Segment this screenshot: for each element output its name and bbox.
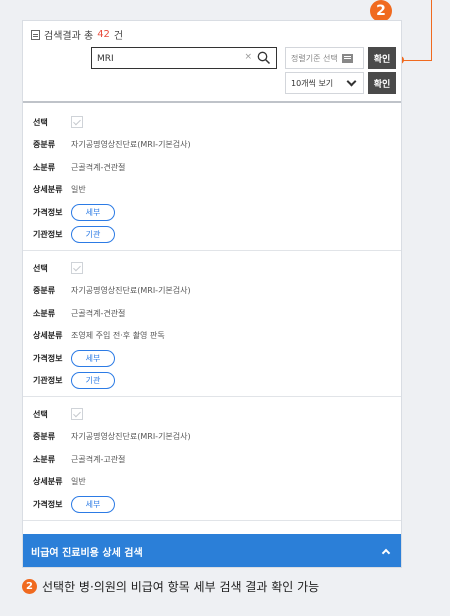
select-checkbox[interactable] [71,262,83,275]
results-list: 선택 중분류 자기공명영상진단료(MRI-기본검사) 소분류 근골격계-견관절 상세… [23,105,401,521]
org-info-label: 기관정보 [33,230,63,240]
mid-category-label: 중분류 [33,432,56,442]
sort-select[interactable]: 정렬기준 선택 [285,47,364,69]
select-label: 선택 [33,409,48,419]
search-input[interactable] [97,51,237,66]
chevron-up-icon [381,548,391,558]
search-box: × [91,47,277,69]
mid-category-value: 자기공명영상진단료(MRI-기본검사) [71,286,191,296]
search-icon[interactable] [257,51,271,65]
summary-prefix: 검색결과 총 [44,31,94,42]
detail-search-title: 비급여 진료비용 상세 검색 [31,548,143,559]
page-size-value: 10개씩 보기 [291,78,334,88]
select-label: 선택 [33,117,48,127]
mid-category-value: 자기공명영상진단료(MRI-기본검사) [71,432,191,442]
caption-badge: 2 [22,579,37,594]
mid-category-label: 중분류 [33,140,56,150]
price-detail-button[interactable]: 세부 [71,349,115,367]
sub-category-label: 소분류 [33,162,56,172]
sub-category-label: 소분류 [33,308,56,318]
select-checkbox[interactable] [71,408,83,421]
mid-category-value: 자기공명영상진단료(MRI-기본검사) [71,140,191,150]
result-item: 선택 중분류 자기공명영상진단료(MRI-기본검사) 소분류 근골격계-견관절 상세… [23,105,401,251]
summary-count: 42 [97,29,110,40]
sub-category-value: 근골격계-견관절 [71,162,126,172]
summary-suffix: 건 [113,31,124,42]
detail-category-label: 상세분류 [33,185,63,195]
detail-category-value: 일반 [71,185,86,195]
result-item: 선택 중분류 자기공명영상진단료(MRI-기본검사) 소분류 근골격계-견관절 상세… [23,251,401,397]
org-info-label: 기관정보 [33,376,63,386]
page-size-select[interactable]: 10개씩 보기 [285,72,364,94]
detail-search-bar[interactable]: 비급여 진료비용 상세 검색 [23,534,401,567]
detail-category-value: 조영제 주입 전·후 촬영 판독 [71,331,165,341]
sub-category-label: 소분류 [33,454,56,464]
org-info-button[interactable]: 기관 [71,226,115,244]
org-info-button[interactable]: 기관 [71,372,115,390]
select-checkbox[interactable] [71,116,83,129]
sort-icon [341,53,353,63]
sort-placeholder: 정렬기준 선택 [291,53,338,63]
detail-category-label: 상세분류 [33,477,63,487]
sub-category-value: 근골격계-고관절 [71,454,126,464]
sub-category-value: 근골격계-견관절 [71,308,126,318]
document-icon [31,29,40,40]
price-detail-button[interactable]: 세부 [71,495,115,513]
price-detail-button[interactable]: 세부 [71,203,115,221]
caption-text: 선택한 병·의원의 비급여 항목 세부 검색 결과 확인 가능 [42,580,320,594]
clear-icon[interactable]: × [244,52,252,62]
detail-category-label: 상세분류 [33,331,63,341]
mid-category-label: 중분류 [33,286,56,296]
divider [23,101,401,103]
caption: 2 선택한 병·의원의 비급여 항목 세부 검색 결과 확인 가능 [22,578,319,595]
result-item: 선택 중분류 자기공명영상진단료(MRI-기본검사) 소분류 근골격계-고관절 상세… [23,397,401,521]
page-size-confirm-button[interactable]: 확인 [368,72,396,94]
callout-line [431,0,432,60]
price-info-label: 가격정보 [33,353,63,363]
price-info-label: 가격정보 [33,207,63,217]
search-results-panel: 검색결과 총42건 × 정렬기준 선택 확인 10개씩 보기 확인 선택 중분류… [22,20,402,568]
callout-connector [401,60,432,61]
detail-category-value: 일반 [71,477,86,487]
price-info-label: 가격정보 [33,499,63,509]
callout-badge: 2 [370,0,392,22]
chevron-down-icon [346,76,357,86]
sort-confirm-button[interactable]: 확인 [368,47,396,69]
select-label: 선택 [33,263,48,273]
result-summary: 검색결과 총 42 건 [31,27,123,42]
